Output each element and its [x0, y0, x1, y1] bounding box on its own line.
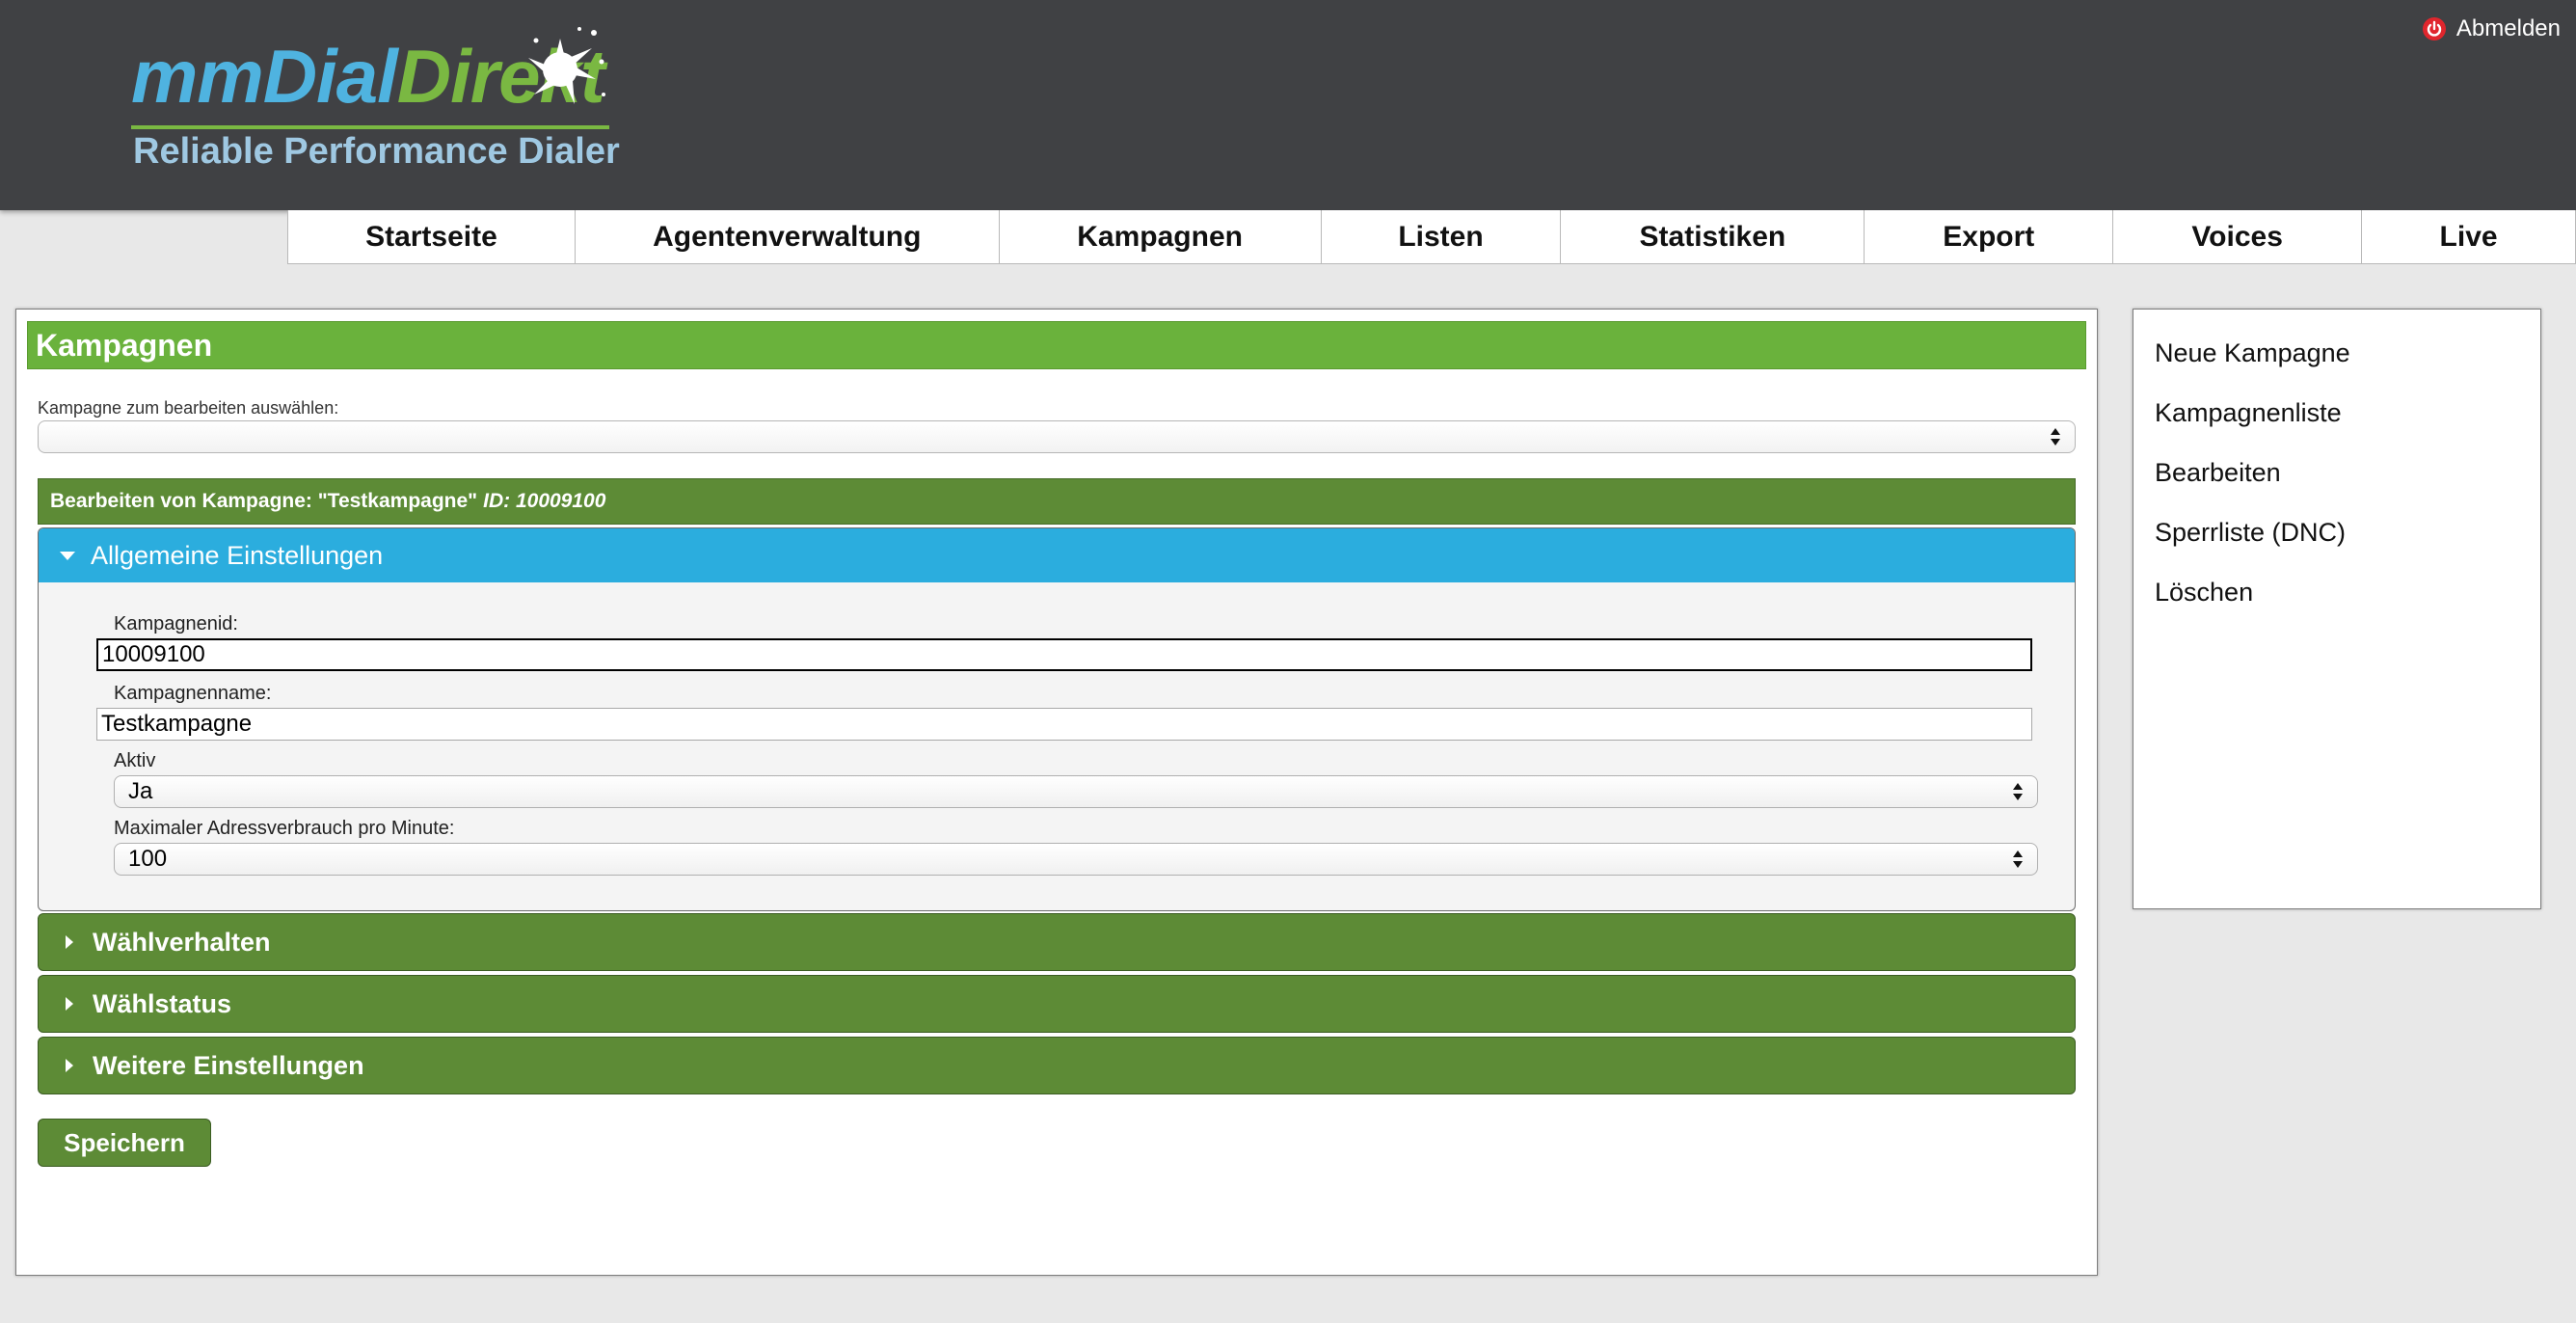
select-arrows-icon [2013, 783, 2023, 800]
logo-subtitle: Reliable Performance Dialer [133, 131, 620, 172]
kampagnenname-label: Kampagnenname: [114, 683, 272, 704]
side-item-neue-kampagne[interactable]: Neue Kampagne [2155, 338, 2350, 368]
logout-label: Abmelden [2455, 15, 2561, 41]
caret-right-icon [66, 997, 73, 1011]
side-item-bearbeiten[interactable]: Bearbeiten [2155, 458, 2281, 488]
logo-wordmark-part1: mmDial [131, 34, 398, 119]
accordion-general-settings: Allgemeine Einstellungen Kampagnenid: Ka… [38, 527, 2076, 911]
caret-right-icon [66, 1059, 73, 1072]
accordion-header-waehlstatus[interactable]: Wählstatus [38, 975, 2076, 1033]
aktiv-select[interactable]: Ja [114, 775, 2038, 808]
edit-campaign-title: Bearbeiten von Kampagne: "Testkampagne" [50, 490, 478, 512]
nav-item-kampagnen[interactable]: Kampagnen [1000, 210, 1322, 263]
campaign-select-label: Kampagne zum bearbeiten auswählen: [38, 398, 339, 418]
nav-item-startseite[interactable]: Startseite [288, 210, 576, 263]
main-panel: Kampagnen Kampagne zum bearbeiten auswäh… [15, 309, 2098, 1276]
caret-down-icon [60, 551, 75, 560]
page-title: Kampagnen [27, 321, 2086, 369]
nav-item-listen[interactable]: Listen [1322, 210, 1562, 263]
logout-button[interactable]: Abmelden [2422, 15, 2561, 42]
app-logo[interactable]: mmDialDirekt Reliable Performance Dialer [131, 19, 620, 172]
top-header: mmDialDirekt Reliable Performance Dialer [0, 0, 2576, 210]
accordion-header-weitere-einstellungen[interactable]: Weitere Einstellungen [38, 1037, 2076, 1094]
accordion-title-waehlverhalten: Wählverhalten [93, 927, 271, 957]
accordion-title-waehlstatus: Wählstatus [93, 988, 232, 1018]
edit-campaign-header: Bearbeiten von Kampagne: "Testkampagne" … [38, 478, 2076, 525]
splash-icon [528, 27, 605, 104]
accordion-header-waehlverhalten[interactable]: Wählverhalten [38, 913, 2076, 971]
power-icon [2422, 17, 2446, 40]
nav-item-export[interactable]: Export [1865, 210, 2114, 263]
select-arrows-icon [2051, 428, 2060, 446]
max-usage-label: Maximaler Adressverbrauch pro Minute: [114, 818, 455, 839]
nav-item-live[interactable]: Live [2362, 210, 2576, 263]
max-usage-select-value: 100 [128, 846, 168, 872]
kampagnenname-input[interactable] [96, 708, 2032, 741]
accordion-header-general[interactable]: Allgemeine Einstellungen [39, 528, 2075, 582]
nav-item-voices[interactable]: Voices [2113, 210, 2363, 263]
kampagnenid-label: Kampagnenid: [114, 613, 238, 634]
side-menu: Neue Kampagne Kampagnenliste Bearbeiten … [2133, 309, 2541, 909]
accordion-title-weitere-einstellungen: Weitere Einstellungen [93, 1050, 364, 1080]
campaign-select[interactable] [38, 420, 2076, 453]
nav-item-statistiken[interactable]: Statistiken [1561, 210, 1865, 263]
edit-campaign-id: ID: 10009100 [483, 490, 606, 512]
nav-item-agentenverwaltung[interactable]: Agentenverwaltung [576, 210, 1000, 263]
caret-right-icon [66, 935, 73, 949]
save-button[interactable]: Speichern [38, 1119, 211, 1167]
side-item-sperrliste[interactable]: Sperrliste (DNC) [2155, 518, 2346, 548]
aktiv-select-value: Ja [128, 778, 153, 804]
side-item-loeschen[interactable]: Löschen [2155, 578, 2253, 608]
accordion-title-general: Allgemeine Einstellungen [91, 540, 384, 570]
side-item-kampagnenliste[interactable]: Kampagnenliste [2155, 398, 2342, 428]
aktiv-label: Aktiv [114, 750, 156, 771]
logo-underline [131, 125, 609, 129]
main-nav: Startseite Agentenverwaltung Kampagnen L… [287, 210, 2576, 264]
kampagnenid-input[interactable] [96, 638, 2032, 671]
select-arrows-icon [2013, 850, 2023, 868]
max-usage-select[interactable]: 100 [114, 843, 2038, 876]
